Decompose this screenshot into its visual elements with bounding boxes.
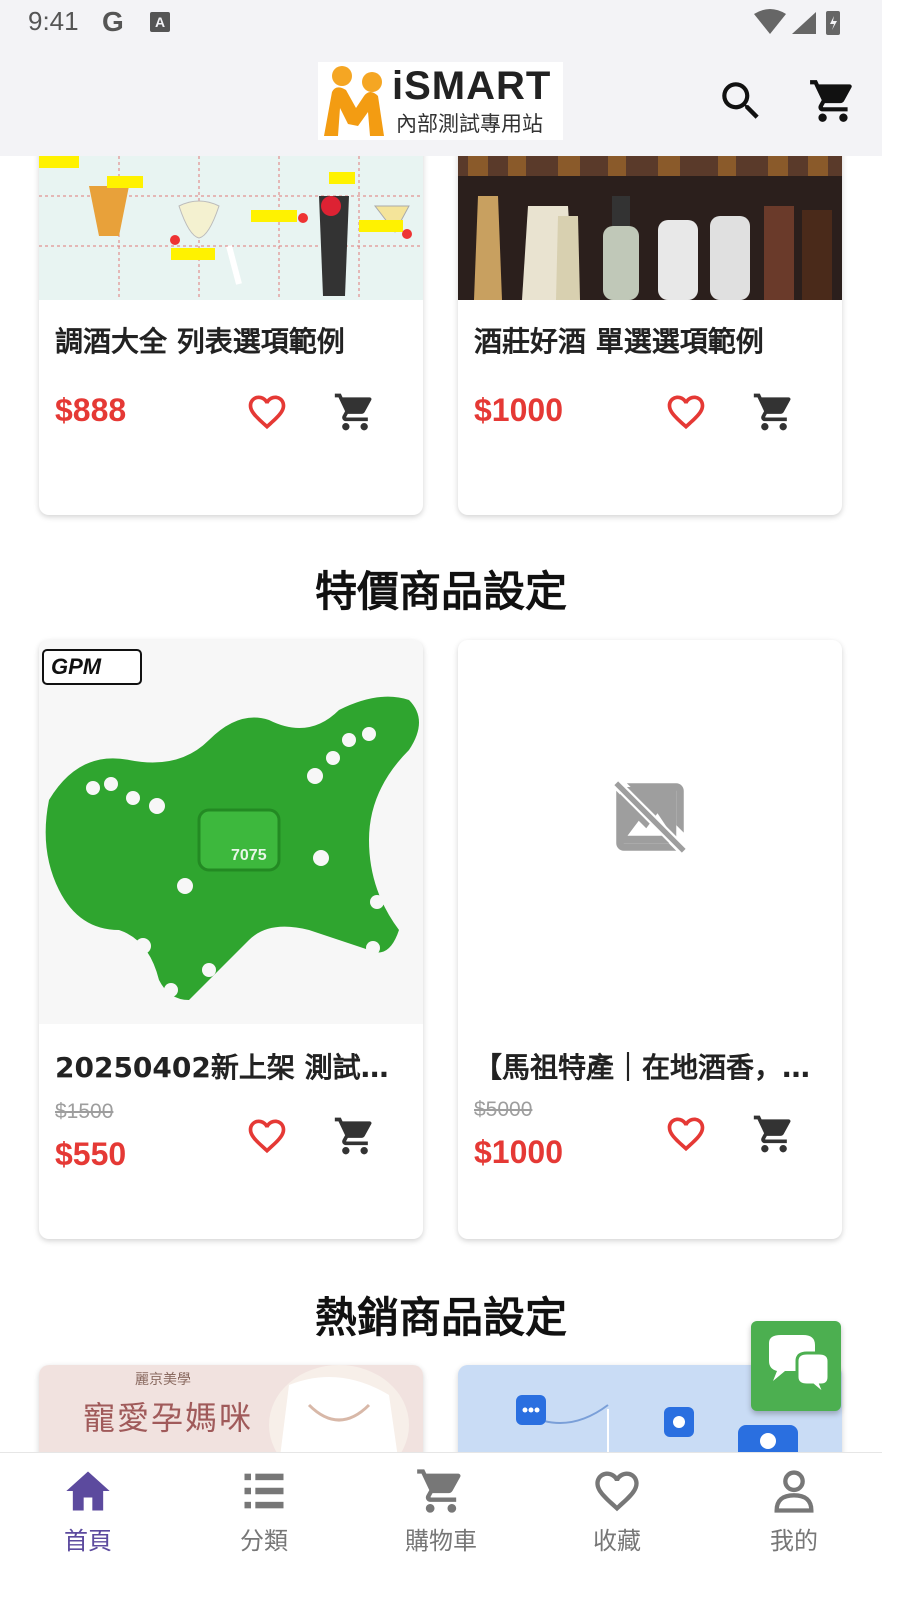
app-screen: 9:41 G A iSMART 內部測試專用站 調酒大全 列表選項範例 $888… xyxy=(0,0,882,1568)
logo-mascot-icon xyxy=(324,66,384,136)
search-icon[interactable] xyxy=(716,76,766,126)
product-name: 調酒大全 列表選項範例 xyxy=(55,325,345,358)
product-price: $888 xyxy=(55,392,127,428)
cocktail-chart-image xyxy=(39,156,423,300)
favorite-heart-icon[interactable] xyxy=(245,390,289,434)
nav-home[interactable]: 首頁 xyxy=(0,1453,176,1568)
favorite-heart-icon[interactable] xyxy=(664,1112,708,1156)
product-price: $1000 xyxy=(474,1134,563,1170)
product-card[interactable]: 酒莊好酒 單選選項範例 $1000 xyxy=(458,156,842,515)
product-card[interactable]: 調酒大全 列表選項範例 $888 xyxy=(39,156,423,515)
google-icon: G xyxy=(102,6,124,37)
nav-categories[interactable]: 分類 xyxy=(176,1453,352,1568)
status-bar: 9:41 G A xyxy=(0,0,882,48)
image-not-available-icon xyxy=(610,777,690,857)
product-image-placeholder xyxy=(458,640,842,1024)
status-icons xyxy=(754,9,840,35)
nav-cart[interactable]: 購物車 xyxy=(353,1453,529,1568)
nav-label: 首頁 xyxy=(64,1527,112,1555)
gpm-part-image: GPM 7075 xyxy=(39,640,423,1024)
chat-fab-button[interactable] xyxy=(751,1321,841,1411)
bottom-navigation: 首頁 分類 購物車 收藏 我的 xyxy=(0,1452,882,1568)
original-price: $5000 xyxy=(474,1098,533,1121)
liquor-bottles-image xyxy=(458,156,842,300)
ismart-logo[interactable]: iSMART 內部測試專用站 xyxy=(318,62,563,140)
wifi-icon xyxy=(754,9,786,34)
bottles-illustration xyxy=(458,156,842,300)
add-to-cart-icon[interactable] xyxy=(752,1112,796,1156)
app-bar: iSMART 內部測試專用站 xyxy=(0,48,882,156)
product-card[interactable]: GPM 7075 20250402新上架 測試商… $1500 $550 xyxy=(39,640,423,1239)
nav-label: 我的 xyxy=(770,1527,818,1555)
nav-label: 購物車 xyxy=(405,1527,477,1555)
maternity-banner-image: 麗京美學 寵愛孕媽咪 xyxy=(39,1365,423,1452)
section-title-special: 特價商品設定 xyxy=(314,567,567,616)
nav-label: 收藏 xyxy=(593,1527,641,1555)
add-to-cart-icon[interactable] xyxy=(333,1114,377,1158)
product-name: 酒莊好酒 單選選項範例 xyxy=(474,325,764,358)
add-to-cart-icon[interactable] xyxy=(752,390,796,434)
a-notification-icon: A xyxy=(150,12,170,32)
gpm-part-illustration: GPM 7075 xyxy=(42,649,420,1000)
chat-bubbles-icon xyxy=(769,1335,831,1397)
svg-text:GPM: GPM xyxy=(51,654,102,679)
logo-text: iSMART xyxy=(392,64,552,108)
list-icon xyxy=(244,1473,284,1509)
home-content[interactable]: 調酒大全 列表選項範例 $888 酒莊好酒 單選選項範例 $1000 特價商品設… xyxy=(0,156,882,1452)
product-price: $550 xyxy=(55,1136,127,1172)
nav-favorites[interactable]: 收藏 xyxy=(529,1453,705,1568)
cocktail-illustration xyxy=(39,156,423,300)
product-card[interactable]: 【馬祖特產｜在地酒香，… $5000 $1000 xyxy=(458,640,842,1239)
product-price: $1000 xyxy=(474,392,563,428)
heart-icon xyxy=(595,1471,639,1512)
signal-icon xyxy=(792,12,816,34)
nav-profile[interactable]: 我的 xyxy=(706,1453,882,1568)
part-marking: 7075 xyxy=(231,847,267,864)
banner-brand: 麗京美學 xyxy=(135,1372,191,1388)
add-to-cart-icon[interactable] xyxy=(333,390,377,434)
section-title-hot: 熱銷商品設定 xyxy=(314,1293,567,1342)
original-price: $1500 xyxy=(55,1100,114,1123)
cart-icon[interactable] xyxy=(808,76,858,126)
status-time: 9:41 xyxy=(28,6,79,36)
product-name: 20250402新上架 測試商… xyxy=(55,1051,410,1084)
logo-subtitle: 內部測試專用站 xyxy=(396,112,543,136)
person-icon xyxy=(774,1470,814,1513)
banner-title: 寵愛孕媽咪 xyxy=(83,1399,254,1437)
product-name: 【馬祖特產｜在地酒香，… xyxy=(474,1051,811,1084)
home-icon xyxy=(66,1471,110,1511)
favorite-heart-icon[interactable] xyxy=(245,1114,289,1158)
nav-label: 分類 xyxy=(240,1527,288,1555)
cart-icon xyxy=(417,1469,461,1513)
favorite-heart-icon[interactable] xyxy=(664,390,708,434)
product-card[interactable]: 麗京美學 寵愛孕媽咪 xyxy=(39,1365,423,1452)
